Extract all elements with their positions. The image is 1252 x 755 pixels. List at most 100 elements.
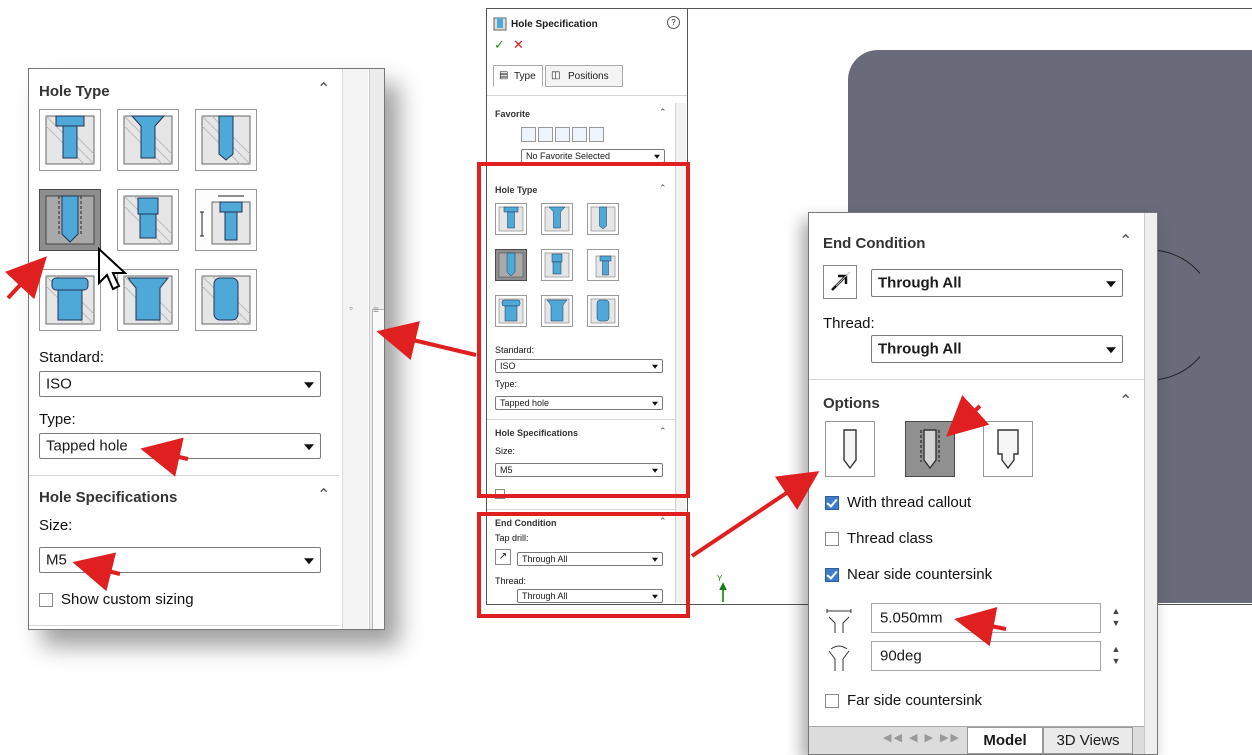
standard-label: Standard: [39,349,105,366]
hole-type-simple-button[interactable] [195,109,257,171]
hole-type-tapped-button[interactable] [39,189,101,251]
standard-dropdown[interactable]: ISO [39,371,321,397]
collapse-chevron-icon[interactable]: ⌃ [1119,231,1132,251]
hole-specifications-heading: Hole Specifications [39,489,178,506]
cancel-x-icon[interactable]: ✕ [513,37,524,53]
type-dropdown[interactable]: Tapped hole [39,433,321,459]
counterbore-slot-icon [45,275,95,325]
with-thread-callout-checkbox[interactable] [825,496,839,510]
thread-icon [997,429,1019,470]
vertical-scrollbar[interactable] [1144,213,1157,754]
show-custom-sizing-label: Show custom sizing [61,591,194,608]
right-zoom-callout: End Condition ⌃ Through All Thread: Thro… [808,212,1158,755]
countersink-icon [123,115,173,165]
hole-type-counterbore-slot-button[interactable] [39,269,101,331]
chevron-down-icon [304,444,314,451]
collapse-chevron-icon[interactable]: ⌃ [317,79,330,99]
drill-point-icon [843,429,857,470]
tab-type[interactable]: ▤ Type [493,65,543,87]
diameter-spin-down-icon[interactable]: ▼ [1109,619,1123,628]
tab-positions[interactable]: ◫ Positions [545,65,623,87]
chevron-down-icon [304,382,314,389]
grip-icon: ◦ [349,301,354,315]
left-zoom-callout: Hole Type ⌃ Standard: ISO Type: Tapped h… [28,68,385,630]
simple-hole-icon [201,115,251,165]
far-side-countersink-checkbox[interactable] [825,694,839,708]
hole-type-legacy-button[interactable] [195,189,257,251]
tab-scroll-arrows-icon[interactable]: ◀◀ ◀ ▶ ▶▶ [883,731,963,751]
end-condition-dropdown[interactable]: Through All [871,269,1123,297]
remove-thread-button[interactable] [983,421,1033,477]
thread-class-label: Thread class [847,530,933,547]
favorite-add-icon[interactable] [538,127,553,142]
show-custom-sizing-checkbox[interactable] [39,593,53,607]
collapse-chevron-icon[interactable]: ⌃ [1119,391,1132,411]
diameter-spin-up-icon[interactable]: ▲ [1109,607,1123,616]
type-tab-icon: ▤ [499,70,509,81]
chevron-down-icon [1106,281,1116,288]
scroll-grip-icon: ≡ [373,305,379,316]
thread-end-condition-dropdown[interactable]: Through All [871,335,1123,363]
cosmetic-thread-icon [920,429,940,470]
hole-type-pipe-tap-button[interactable] [117,189,179,251]
favorite-update-icon[interactable] [555,127,570,142]
section-divider [29,625,339,626]
angle-spin-down-icon[interactable]: ▼ [1109,657,1123,666]
legacy-hole-icon [200,195,251,245]
chevron-down-icon [1106,347,1116,354]
thread-label: Thread: [823,315,875,332]
tab-3d-views[interactable]: 3D Views [1043,727,1133,754]
counterbore-icon [45,115,95,165]
thread-class-checkbox[interactable] [825,532,839,546]
favorite-delete-icon[interactable] [572,127,587,142]
end-condition-heading: End Condition [823,235,926,252]
countersink-diameter-field[interactable]: 5.050mm [871,603,1101,633]
cosmetic-thread-button[interactable] [905,421,955,477]
favorite-load-icon[interactable] [589,127,604,142]
section-divider [809,379,1144,380]
hole-type-countersink-button[interactable] [117,109,179,171]
ok-checkmark-icon[interactable]: ✓ [494,37,505,53]
mouse-cursor-icon [98,247,128,291]
hole-wizard-icon [493,17,507,31]
left-zoom-panel: Hole Type ⌃ Standard: ISO Type: Tapped h… [29,69,339,629]
pipe-tap-icon [123,195,173,245]
size-label: Size: [39,517,73,534]
countersink-diameter-icon [826,609,852,633]
collapse-chevron-icon[interactable]: ⌃ [317,485,330,505]
size-dropdown[interactable]: M5 [39,547,321,573]
section-divider [487,95,687,96]
tab-model[interactable]: Model [967,727,1043,754]
options-heading: Options [823,395,880,412]
countersink-angle-field[interactable]: 90deg [871,641,1101,671]
angle-spin-up-icon[interactable]: ▲ [1109,645,1123,654]
favorite-apply-icon[interactable] [521,127,536,142]
section-divider [29,475,339,476]
reverse-direction-icon [831,271,851,291]
scrollbar-thumb[interactable] [372,309,384,629]
vertical-scrollbar[interactable]: ≡ [369,69,384,629]
reverse-direction-button[interactable] [823,265,857,299]
positions-tab-icon: ◫ [551,70,561,81]
favorite-heading: Favorite [495,109,531,119]
section-divider [487,509,687,510]
with-thread-callout-label: With thread callout [847,494,972,511]
far-side-countersink-label: Far side countersink [847,692,983,709]
tap-drill-diameter-button[interactable] [825,421,875,477]
slot-icon [201,275,251,325]
near-side-countersink-label: Near side countersink [847,566,993,583]
near-side-countersink-checkbox[interactable] [825,568,839,582]
countersink-angle-icon [828,645,850,671]
hole-type-counterbore-button[interactable] [39,109,101,171]
panel-splitter[interactable]: ◦ [342,69,368,629]
help-icon[interactable]: ? [667,16,680,29]
hole-type-slot-button[interactable] [195,269,257,331]
favorite-dropdown[interactable]: No Favorite Selected [521,149,665,163]
panel-title: Hole Specification [511,19,598,30]
collapse-chevron-icon[interactable]: ⌃ [659,107,667,118]
arrow-to-left-zoom [376,321,477,361]
axis-triad-icon [719,582,727,602]
highlight-box-end-condition [477,512,690,618]
tapped-hole-icon [45,195,95,245]
chevron-down-icon [304,558,314,565]
